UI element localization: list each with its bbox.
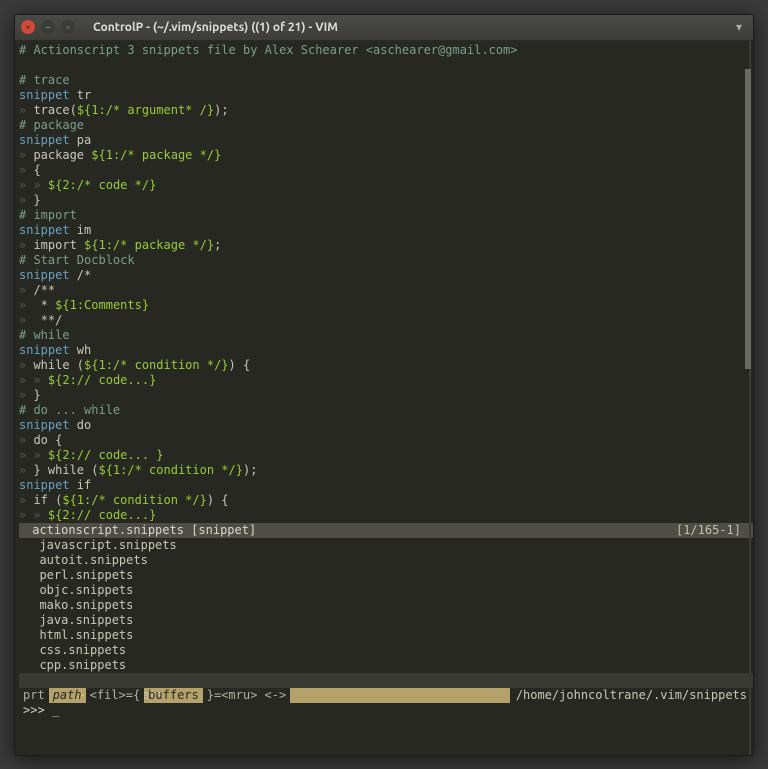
snippet-name: if [70,478,92,492]
status-cwd: /home/johncoltrane/.vim/snippets [510,688,753,703]
snippet-keyword: snippet [19,343,70,357]
snippet-name: pa [70,133,92,147]
ctrlp-item[interactable]: css.snippets [19,643,753,658]
code-text [41,448,48,462]
code-text: } [26,193,40,207]
code-text: } while ( [26,463,98,477]
ctrlp-selected[interactable]: actionscript.snippets [snippet] [1/165-1… [19,523,753,538]
code-comment: # Actionscript 3 snippets file by Alex S… [19,43,518,57]
status-prt: prt [19,688,49,703]
placeholder: ${1:/* package */} [84,238,214,252]
placeholder: ${2:// code... } [48,448,164,462]
code-comment: # package [19,118,84,132]
placeholder: ${1:/* package */} [91,148,221,162]
scrollbar-thumb[interactable] [745,69,751,369]
ctrlp-prompt-row[interactable]: > c.snippets [19,673,753,688]
code-text: ; [214,238,221,252]
code-text: do { [26,433,62,447]
window-title: ControlP - (~/.vim/snippets) ((1) of 21)… [93,21,338,34]
cmd-prompt: >>> _ [23,703,59,717]
close-icon[interactable]: × [21,20,35,34]
titlebar[interactable]: × – ▫ ControlP - (~/.vim/snippets) ((1) … [15,15,753,41]
placeholder: ${2:// code...} [48,508,156,522]
status-buffers: buffers [144,688,203,703]
code-text: ); [214,103,228,117]
code-comment: # import [19,208,77,222]
blank-line [19,58,753,73]
window-menu-icon[interactable]: ▾ [731,19,747,35]
code-comment: # trace [19,73,70,87]
ctrlp-panel: actionscript.snippets [snippet] [1/165-1… [19,523,753,688]
placeholder: ${1:/* condition */} [84,358,229,372]
maximize-icon[interactable]: ▫ [61,20,75,34]
ctrlp-item[interactable]: mako.snippets [19,598,753,613]
code-text: trace( [26,103,77,117]
snippet-keyword: snippet [19,418,70,432]
command-line[interactable]: >>> _ [19,703,753,718]
ctrlp-item[interactable]: html.snippets [19,628,753,643]
code-text: import [26,238,84,252]
tab-char: » [26,373,40,387]
code-text: package [26,148,91,162]
tab-char: » [26,178,40,192]
snippet-keyword: snippet [19,133,70,147]
code-text [41,508,48,522]
code-text: /** [26,283,55,297]
placeholder: ${2:/* code */} [48,178,156,192]
ctrlp-item[interactable]: perl.snippets [19,568,753,583]
code-comment: # Start Docblock [19,253,135,267]
status-fil: <fil>={ [86,688,145,703]
tab-char: » [26,508,40,522]
snippet-keyword: snippet [19,478,70,492]
code-text: * [26,298,55,312]
snippet-name: wh [70,343,92,357]
ctrlp-status-bar: prt path <fil>={ buffers }=<mru> <-> /ho… [19,688,753,703]
code-text: { [26,163,40,177]
code-text: **/ [26,313,62,327]
code-comment: # while [19,328,70,342]
ctrlp-item[interactable]: cpp.snippets [19,658,753,673]
snippet-name: do [70,418,92,432]
ctrlp-selected-label: actionscript.snippets [snippet] [19,523,256,538]
placeholder: ${1:/* argument* /} [77,103,214,117]
placeholder: ${1:/* condition */} [98,463,243,477]
editor-area[interactable]: # Actionscript 3 snippets file by Alex S… [15,41,753,755]
snippet-name: im [70,223,92,237]
ctrlp-item[interactable]: objc.snippets [19,583,753,598]
ctrlp-position: [1/165-1] [676,523,753,538]
snippet-keyword: snippet [19,223,70,237]
code-text: } [26,388,40,402]
snippet-name: tr [70,88,92,102]
code-text [41,178,48,192]
ctrlp-item[interactable]: java.snippets [19,613,753,628]
code-text: ) { [229,358,251,372]
tab-char: » [26,448,40,462]
ctrlp-item[interactable]: autoit.snippets [19,553,753,568]
snippet-name: /* [70,268,92,282]
placeholder: ${2:// code...} [48,373,156,387]
code-text: ) { [207,493,229,507]
snippet-keyword: snippet [19,268,70,282]
code-text: ); [243,463,257,477]
vim-window: × – ▫ ControlP - (~/.vim/snippets) ((1) … [14,14,754,756]
status-mru: }=<mru> <-> [203,688,290,703]
code-text [41,373,48,387]
minimize-icon[interactable]: – [41,20,55,34]
snippet-keyword: snippet [19,88,70,102]
status-path: path [49,688,86,703]
code-text: if ( [26,493,62,507]
code-text: while ( [26,358,84,372]
ctrlp-item[interactable]: javascript.snippets [19,538,753,553]
code-comment: # do ... while [19,403,120,417]
placeholder: ${1:Comments} [55,298,149,312]
placeholder: ${1:/* condition */} [62,493,207,507]
